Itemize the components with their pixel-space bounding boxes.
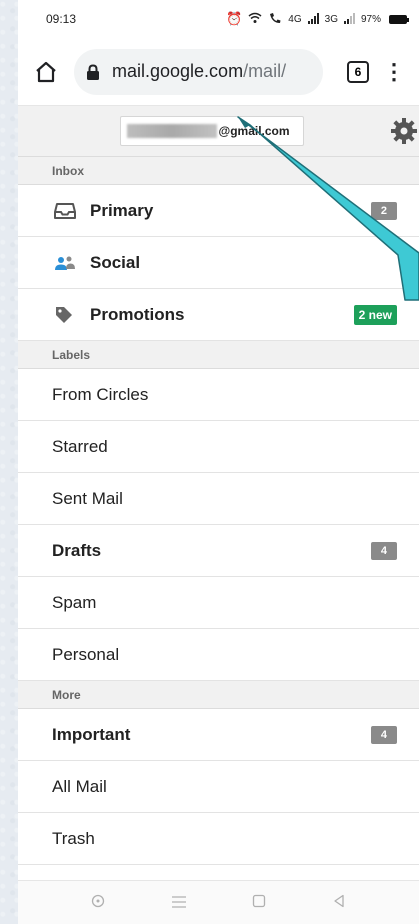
menu-nav-icon[interactable]: [171, 892, 187, 913]
important-count-badge: 4: [370, 725, 397, 744]
phone-screen: 09:13 ⏰ 4G 3G 97% mail.google.com/mail/ …: [18, 0, 419, 924]
tag-icon: [54, 305, 84, 325]
account-email: @gmail.com: [218, 124, 290, 138]
account-bar: @gmail.com: [18, 106, 419, 157]
signal-a-icon: [307, 12, 319, 27]
more-item-important[interactable]: Important 4: [18, 709, 419, 761]
lock-icon: [87, 63, 99, 80]
battery-percent: 97%: [360, 13, 381, 25]
tab-switcher-button[interactable]: 6: [347, 60, 369, 83]
status-icons: ⏰ 4G 3G 97%: [226, 11, 409, 27]
label-item-drafts[interactable]: Drafts 4: [18, 525, 419, 577]
home-icon: [36, 61, 56, 82]
label-item-text: Drafts: [52, 540, 102, 560]
inbox-icon: [54, 202, 84, 220]
address-bar[interactable]: mail.google.com/mail/: [74, 48, 323, 95]
section-header-inbox: Inbox: [18, 157, 419, 185]
label-item-text: Starred: [52, 436, 108, 456]
label-item-starred[interactable]: Starred: [18, 421, 419, 473]
status-bar: 09:13 ⏰ 4G 3G 97%: [18, 0, 419, 38]
account-switcher[interactable]: @gmail.com: [119, 116, 304, 146]
browser-toolbar: mail.google.com/mail/ 6 ⋮: [18, 38, 419, 106]
label-item-text: Sent Mail: [52, 488, 123, 508]
label-item-from-circles[interactable]: From Circles: [18, 369, 419, 421]
more-item-trash[interactable]: Trash: [18, 813, 419, 865]
call-icon: [268, 12, 282, 27]
system-nav-bar: [18, 880, 419, 924]
wifi-icon: [248, 12, 262, 27]
label-item-text: From Circles: [52, 384, 149, 404]
status-time: 09:13: [46, 12, 77, 26]
label-item-text: Spam: [52, 592, 97, 612]
url-host: mail.google.com: [112, 61, 244, 81]
signal-b-icon: [343, 12, 355, 27]
section-header-labels: Labels: [18, 341, 419, 369]
more-item-text: Important: [52, 724, 131, 744]
inbox-item-promotions[interactable]: Promotions 2 new: [18, 289, 419, 341]
section-header-more: More: [18, 681, 419, 709]
back-nav-icon[interactable]: [332, 892, 346, 913]
draft-count-badge: 4: [370, 541, 397, 560]
more-item-text: Trash: [52, 828, 95, 848]
redacted-username: [126, 124, 217, 138]
unread-count-badge: 2: [370, 201, 397, 220]
url-text: mail.google.com/mail/: [112, 61, 286, 82]
label-item-personal[interactable]: Personal: [18, 629, 419, 681]
alarm-icon: ⏰: [226, 11, 243, 26]
people-icon: [54, 255, 84, 271]
new-count-badge: 2 new: [353, 304, 397, 325]
label-item-spam[interactable]: Spam: [18, 577, 419, 629]
battery-icon: [389, 14, 409, 24]
inbox-item-social[interactable]: Social: [18, 237, 419, 289]
inbox-item-label: Promotions: [90, 304, 185, 324]
more-item-text: All Mail: [52, 776, 107, 796]
home-nav-icon[interactable]: [252, 892, 266, 913]
home-button[interactable]: [28, 54, 64, 90]
inbox-item-label: Social: [90, 252, 141, 272]
inbox-item-label: Primary: [90, 200, 154, 220]
label-item-sent-mail[interactable]: Sent Mail: [18, 473, 419, 525]
browser-menu-icon[interactable]: ⋮: [379, 60, 409, 83]
assistant-nav-icon[interactable]: [91, 892, 105, 913]
more-item-all-mail[interactable]: All Mail: [18, 761, 419, 813]
settings-gear-icon[interactable]: [389, 116, 419, 146]
url-path: /mail/: [243, 61, 287, 81]
label-item-text: Personal: [52, 644, 120, 664]
network-a-indicator: 4G: [288, 13, 302, 25]
network-b-indicator: 3G: [324, 13, 338, 25]
inbox-item-primary[interactable]: Primary 2: [18, 185, 419, 237]
